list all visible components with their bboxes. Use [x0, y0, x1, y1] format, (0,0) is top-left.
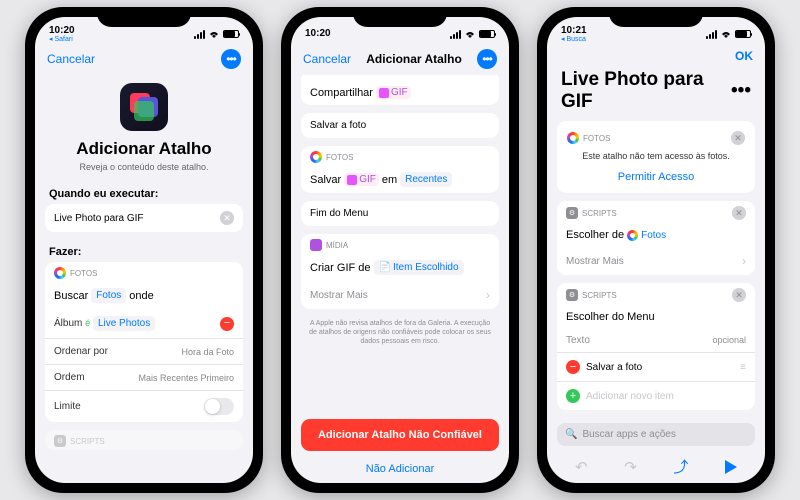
back-link[interactable]: ◂ Busca: [561, 36, 587, 43]
action-card-fotos: FOTOS Buscar Fotos onde Álbum é Live Pho…: [45, 262, 243, 422]
signal-icon: [194, 30, 205, 39]
add-item-row[interactable]: +Adicionar novo item: [557, 382, 755, 410]
wifi-icon: [208, 30, 220, 39]
share-icon[interactable]: ⤴: [673, 456, 688, 477]
add-untrusted-button[interactable]: Adicionar Atalho Não Confiável: [301, 419, 499, 451]
cancel-button[interactable]: Cancelar: [47, 52, 95, 66]
photos-token[interactable]: Fotos: [91, 288, 126, 303]
battery-icon: [223, 30, 239, 38]
warning-text: A Apple não revisa atalhos de fora da Ga…: [301, 317, 499, 352]
chevron-right-icon: ›: [742, 254, 746, 268]
notch: [353, 7, 447, 27]
nav-bar: OK: [547, 45, 765, 69]
more-button[interactable]: •••: [731, 80, 751, 102]
scripts-icon: ⚙: [54, 435, 66, 447]
notch: [609, 7, 703, 27]
run-button[interactable]: [725, 460, 737, 474]
wifi-icon: [720, 30, 732, 39]
when-label: Quando eu executar:: [45, 182, 243, 204]
delete-action-icon[interactable]: ✕: [731, 131, 745, 145]
scripts-icon: ⚙: [566, 207, 578, 219]
page-subtitle: Reveja o conteúdo deste atalho.: [45, 162, 243, 172]
phone-1: 10:20◂ Safari Cancelar ••• Adicionar Ata…: [25, 7, 263, 493]
nav-bar: Cancelar Adicionar Atalho •••: [291, 45, 509, 75]
more-button[interactable]: •••: [221, 49, 241, 69]
album-row[interactable]: Álbum é Live Photos−: [45, 309, 243, 339]
search-photos-row: Buscar Fotos onde: [45, 282, 243, 309]
show-more-row[interactable]: Mostrar Mais›: [557, 247, 755, 275]
status-time: 10:20: [49, 26, 75, 36]
delete-action-icon[interactable]: ✕: [732, 288, 746, 302]
phone-2: 10:20 Cancelar Adicionar Atalho ••• Comp…: [281, 7, 519, 493]
chevron-right-icon: ›: [486, 288, 490, 302]
clear-icon[interactable]: ✕: [220, 211, 234, 225]
gif-token[interactable]: GIF: [344, 173, 379, 186]
status-time: 10:21: [561, 26, 587, 36]
photos-icon: [567, 132, 579, 144]
photos-icon: [54, 267, 66, 279]
choose-from-card: ⚙SCRIPTS✕ Escolher de Fotos Mostrar Mais…: [557, 201, 755, 275]
undo-icon: ↶: [575, 458, 588, 476]
remove-icon[interactable]: −: [566, 360, 580, 374]
ok-button[interactable]: OK: [735, 49, 753, 63]
signal-icon: [450, 30, 461, 39]
media-icon: [310, 239, 322, 251]
chosen-item-token[interactable]: 📄 Item Escolhido: [374, 260, 464, 275]
wifi-icon: [464, 30, 476, 39]
back-to-app[interactable]: ◂ Safari: [49, 36, 75, 43]
dont-add-button[interactable]: Não Adicionar: [301, 455, 499, 483]
save-gif-card: FOTOS SalvarGIFemRecentes: [301, 146, 499, 193]
notch: [97, 7, 191, 27]
hero: Adicionar Atalho Reveja o conteúdo deste…: [45, 75, 243, 182]
shortcut-name: Live Photo para GIF: [54, 213, 144, 224]
menu-item-1[interactable]: −Salvar a foto≡: [557, 353, 755, 382]
search-icon: 🔍: [565, 429, 577, 440]
cancel-button[interactable]: Cancelar: [303, 52, 351, 66]
nav-title: Adicionar Atalho: [366, 52, 462, 66]
menu-item: Salvar a foto: [301, 113, 499, 138]
battery-icon: [479, 30, 495, 38]
end-menu-card: Fim do Menu: [301, 201, 499, 226]
add-icon[interactable]: +: [566, 389, 580, 403]
text-row[interactable]: Textoopcional: [557, 329, 755, 353]
scripts-icon: ⚙: [566, 289, 578, 301]
shortcuts-app-icon: [120, 83, 168, 131]
share-card: CompartilharGIF: [301, 75, 499, 105]
save-photo-card: Salvar a foto: [301, 113, 499, 138]
recents-token[interactable]: Recentes: [400, 172, 452, 187]
more-button[interactable]: •••: [477, 49, 497, 69]
sort-row[interactable]: Ordenar porHora da Foto: [45, 339, 243, 365]
shortcut-name-card: Live Photo para GIF ✕: [45, 204, 243, 232]
access-warning-card: FOTOS✕ Este atalho não tem acesso às fot…: [557, 121, 755, 193]
photos-icon: [627, 230, 638, 241]
choose-menu-card: ⚙SCRIPTS✕ Escolher do Menu Textoopcional…: [557, 283, 755, 410]
battery-icon: [735, 30, 751, 38]
limit-row[interactable]: Limite: [45, 391, 243, 422]
redo-icon: ↷: [624, 458, 637, 476]
delete-action-icon[interactable]: ✕: [732, 206, 746, 220]
search-input[interactable]: 🔍Buscar apps e ações: [557, 423, 755, 446]
status-time: 10:20: [305, 29, 331, 39]
photos-icon: [310, 151, 322, 163]
signal-icon: [706, 30, 717, 39]
allow-access-button[interactable]: Permitir Acesso: [567, 171, 745, 183]
limit-toggle[interactable]: [204, 398, 234, 415]
gif-token[interactable]: GIF: [376, 86, 411, 99]
do-label: Fazer:: [45, 240, 243, 262]
show-more-row[interactable]: Mostrar Mais›: [301, 281, 499, 309]
order-row[interactable]: OrdemMais Recentes Primeiro: [45, 365, 243, 391]
page-title: Adicionar Atalho: [45, 139, 243, 159]
shortcut-title: Live Photo para GIF•••: [557, 69, 755, 121]
remove-filter-button[interactable]: −: [220, 317, 234, 331]
nav-bar: Cancelar •••: [35, 45, 253, 75]
phone-3: 10:21◂ Busca OK Live Photo para GIF••• F…: [537, 7, 775, 493]
bottom-toolbar: ↶ ↷ ⤴: [557, 450, 755, 483]
create-gif-card: MÍDIA Criar GIF de📄 Item Escolhido Mostr…: [301, 234, 499, 309]
